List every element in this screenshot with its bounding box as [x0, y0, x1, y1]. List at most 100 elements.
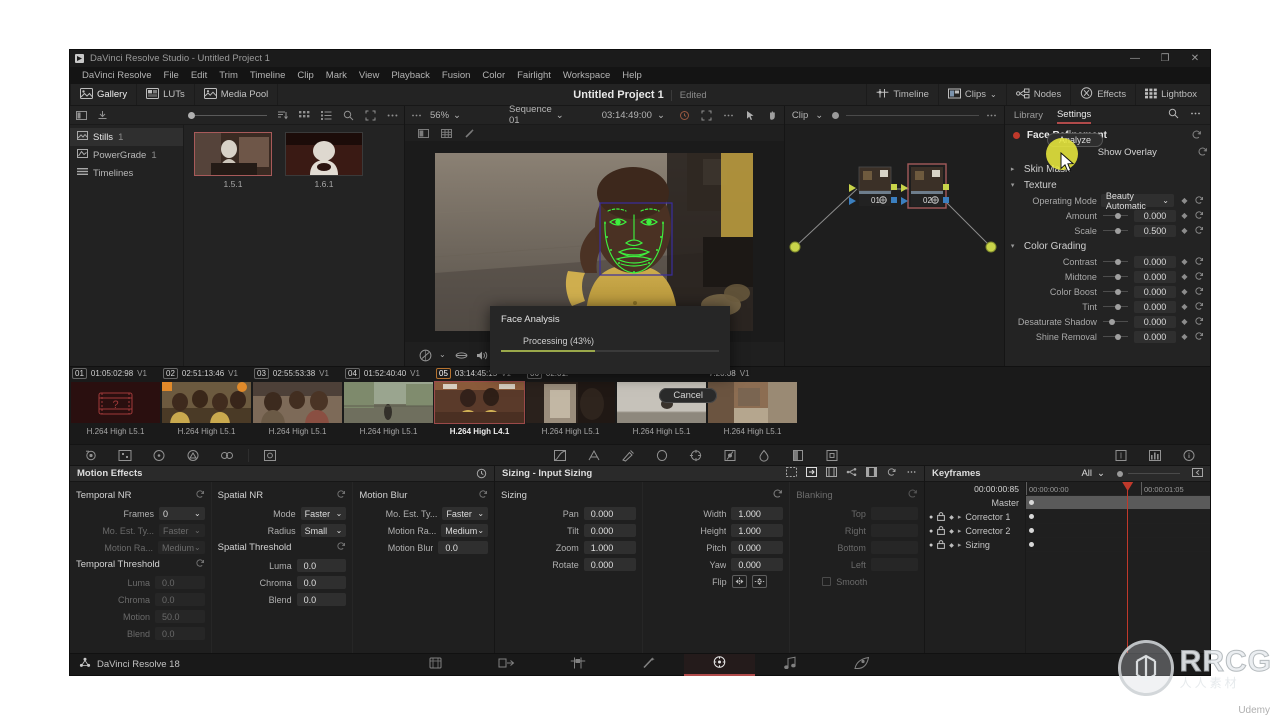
reset-icon[interactable] [1193, 286, 1204, 298]
blanking-icon[interactable] [866, 467, 877, 480]
color-wheels-icon[interactable] [142, 445, 176, 465]
reset-icon[interactable] [336, 541, 346, 554]
reset-icon[interactable] [478, 489, 488, 502]
track-enable-icon[interactable]: ● [929, 542, 933, 549]
param-slider[interactable] [1101, 223, 1130, 238]
reset-icon[interactable] [1193, 331, 1204, 343]
motion-effects-reset-icon[interactable] [476, 468, 487, 479]
page-button-cut[interactable] [471, 654, 542, 676]
keyframe-track-label[interactable]: ● ◆ ▸ Corrector 1 [925, 510, 1025, 524]
loop-icon[interactable] [679, 110, 690, 121]
timeline-button[interactable]: Timeline [866, 84, 938, 105]
param-slider[interactable] [1101, 284, 1130, 299]
timeline-clip[interactable]: 02 02:51:13:46 V1 H.264 High L5.1 [161, 367, 252, 444]
timeline-clip[interactable]: H.264 High L5.1 [616, 367, 707, 444]
cancel-button[interactable]: Cancel [659, 388, 717, 403]
blur-icon[interactable] [747, 445, 781, 465]
menu-item-trim[interactable]: Trim [213, 68, 244, 84]
field-value[interactable]: 0.0 [296, 593, 347, 606]
chevron-down-icon[interactable]: ⌄ [439, 350, 446, 359]
more-options-icon[interactable] [986, 110, 997, 121]
menu-item-view[interactable]: View [353, 68, 385, 84]
field-value[interactable]: 1.000 [583, 541, 636, 554]
keyframe-track-label[interactable]: Master [925, 496, 1025, 510]
stereo-3d-icon[interactable] [846, 467, 857, 480]
clip-thumbnail[interactable] [252, 381, 343, 424]
param-value[interactable]: 0.000 [1134, 209, 1176, 222]
keyframe-track-lane[interactable] [1026, 538, 1210, 552]
param-value[interactable]: 0.000 [1134, 300, 1176, 313]
field-value[interactable]: 0.000 [731, 558, 784, 571]
reset-icon[interactable] [336, 489, 346, 502]
timeline-clip[interactable]: 0602:01:H.264 High L5.1 [525, 367, 616, 444]
clip-mode-label[interactable]: Clip [792, 110, 808, 121]
grid-view-icon[interactable] [299, 110, 310, 121]
blanking-reset-icon[interactable] [907, 488, 918, 502]
keyframe-button[interactable]: ◆ [1180, 287, 1189, 296]
field-select[interactable]: 0 ⌄ [159, 507, 205, 520]
gallery-tree-item-stills[interactable]: Stills 1 [70, 128, 183, 146]
keyframes-ruler[interactable]: 00:00:00:00 00:00:01:05 [1026, 482, 1210, 496]
track-enable-icon[interactable]: ● [929, 528, 933, 535]
rgb-mixer-icon[interactable] [253, 445, 287, 465]
menu-item-fairlight[interactable]: Fairlight [511, 68, 557, 84]
menu-item-file[interactable]: File [158, 68, 185, 84]
color-warper-icon[interactable] [577, 445, 611, 465]
magic-mask-icon[interactable] [713, 445, 747, 465]
param-slider[interactable] [1101, 208, 1130, 223]
timeline-clip[interactable]: 03 02:55:53:38 V1 H.264 High L5.1 [252, 367, 343, 444]
operating-mode-select[interactable]: Beauty Automatic ⌄ [1100, 191, 1174, 211]
reset-icon[interactable] [195, 558, 205, 571]
reset-icon[interactable] [1193, 225, 1204, 237]
param-slider[interactable] [1101, 269, 1130, 284]
close-button[interactable]: ✕ [1180, 50, 1210, 67]
reset-icon[interactable] [886, 467, 897, 480]
reset-icon[interactable] [1193, 256, 1204, 268]
keyframe-button[interactable]: ◆ [1180, 196, 1189, 205]
tracker-icon[interactable] [679, 445, 713, 465]
color-wheel-icon[interactable] [419, 349, 432, 361]
lock-icon[interactable] [937, 525, 946, 537]
field-select[interactable]: Medium ⌄ [441, 524, 489, 537]
media-pool-button[interactable]: Media Pool [195, 84, 279, 105]
reset-icon[interactable] [195, 489, 205, 502]
flip-horizontal-icon[interactable] [731, 575, 747, 588]
onion-skin-icon[interactable] [455, 349, 468, 360]
reset-icon[interactable] [1193, 271, 1204, 283]
clip-thumbnail[interactable] [434, 381, 525, 424]
param-slider[interactable] [1101, 314, 1130, 329]
search-icon[interactable] [1168, 108, 1179, 122]
keyframe-button[interactable]: ◆ [1180, 257, 1189, 266]
key-icon[interactable] [781, 445, 815, 465]
primaries-bars-icon[interactable] [176, 445, 210, 465]
field-value[interactable]: 1.000 [731, 524, 784, 537]
clips-button[interactable]: Clips ⌄ [937, 84, 1006, 105]
page-button-media[interactable] [400, 654, 471, 676]
keyframe-track-label[interactable]: ● ◆ ▸ Sizing [925, 538, 1025, 552]
keyframe-button[interactable]: ◆ [1180, 317, 1189, 326]
node-slider-knob[interactable] [832, 111, 840, 119]
chevron-right-icon[interactable]: ▸ [958, 541, 962, 549]
gallery-button[interactable]: Gallery [70, 84, 138, 105]
magic-mask-icon[interactable] [464, 128, 475, 139]
sizing-icon[interactable] [815, 445, 849, 465]
lock-icon[interactable] [937, 511, 946, 523]
fullscreen-icon[interactable] [701, 110, 712, 121]
minimize-button[interactable]: — [1120, 50, 1150, 67]
inspector-tab-settings[interactable]: Settings [1056, 106, 1092, 124]
show-overlay-reset-icon[interactable] [1197, 146, 1208, 160]
menu-item-clip[interactable]: Clip [291, 68, 319, 84]
camera-raw-icon[interactable] [74, 445, 108, 465]
input-sizing-icon[interactable] [786, 467, 797, 480]
field-value[interactable]: 0.000 [731, 541, 784, 554]
node-graph-canvas[interactable]: 01 02 [785, 125, 1005, 365]
field-select[interactable]: Small ⌄ [300, 524, 347, 537]
keyframe-track-label[interactable]: ● ◆ ▸ Corrector 2 [925, 524, 1025, 538]
node-graph-panel[interactable]: Clip ⌄ 01 02 [783, 106, 1005, 366]
menu-item-mark[interactable]: Mark [320, 68, 353, 84]
field-value[interactable]: 0.0 [296, 559, 347, 572]
param-value[interactable]: 0.000 [1134, 285, 1176, 298]
reset-icon[interactable] [1191, 129, 1202, 143]
menu-item-workspace[interactable]: Workspace [557, 68, 616, 84]
keyframe-button[interactable]: ◆ [1180, 272, 1189, 281]
